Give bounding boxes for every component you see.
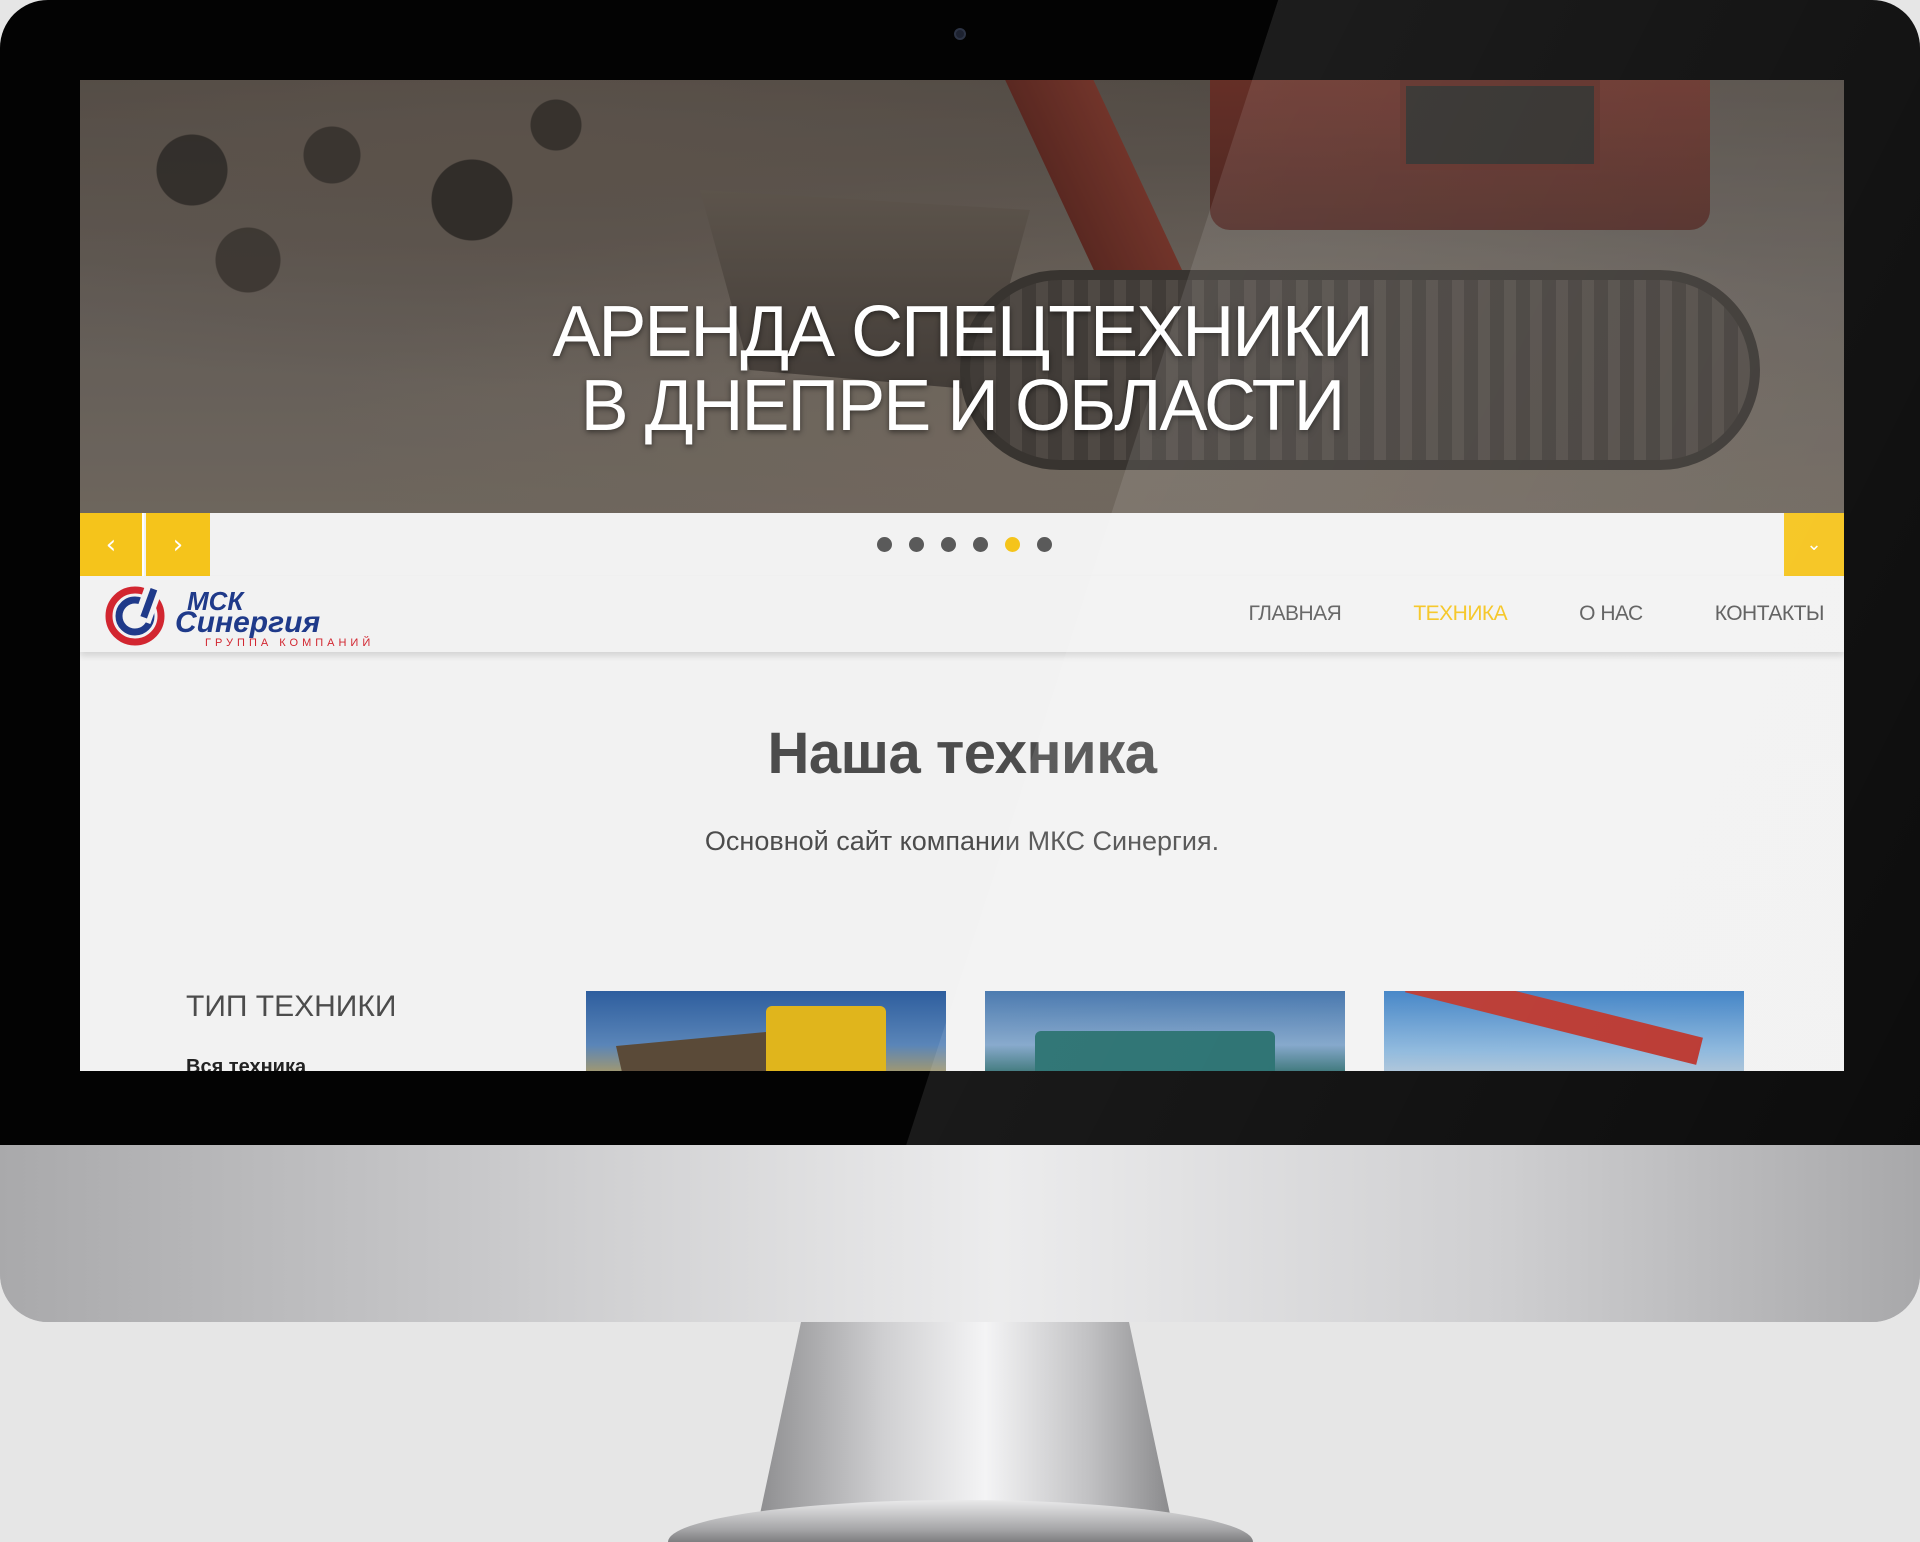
nav-item-home[interactable]: ГЛАВНАЯ xyxy=(1248,602,1341,626)
crane-boom-image xyxy=(1405,991,1703,1065)
monitor-bezel: АРЕНДА СПЕЦТЕХНИКИ В ДНЕПРЕ И ОБЛАСТИ ‹ … xyxy=(0,0,1920,1145)
scroll-down-button[interactable]: ⌄ xyxy=(1784,513,1844,576)
equipment-card-loader[interactable] xyxy=(586,991,946,1071)
main-navbar: МСК Синергия ГРУППА КОМПАНИЙ ГЛАВНАЯ ТЕХ… xyxy=(80,576,1844,652)
monitor-stand xyxy=(760,1322,1170,1514)
nav-item-equipment[interactable]: ТЕХНИКА xyxy=(1413,602,1507,626)
hero-title-line-2: В ДНЕПРЕ И ОБЛАСТИ xyxy=(580,366,1346,446)
chevron-left-icon: ‹ xyxy=(105,529,117,560)
nav-item-contacts[interactable]: КОНТАКТЫ xyxy=(1715,602,1825,626)
slider-dot-1[interactable] xyxy=(877,537,892,552)
page-subtitle: Основной сайт компании МКС Синергия. xyxy=(704,826,1220,856)
equipment-card-crane[interactable] xyxy=(1384,991,1744,1071)
slider-next-button[interactable]: › xyxy=(146,513,210,576)
page-title: Наша техника xyxy=(767,721,1157,786)
camera-icon xyxy=(954,28,966,40)
slider-dot-4[interactable] xyxy=(973,537,988,552)
chevron-right-icon: › xyxy=(172,529,184,560)
slider-controls: ‹ › ⌄ xyxy=(80,513,1844,576)
slider-dot-2[interactable] xyxy=(909,537,924,552)
monitor-chin xyxy=(0,1145,1920,1322)
loader-cab-image xyxy=(766,1006,886,1071)
slider-dot-3[interactable] xyxy=(941,537,956,552)
equipment-card-truck[interactable] xyxy=(985,991,1345,1071)
equipment-type-heading: ТИП ТЕХНИКИ xyxy=(186,990,397,1023)
hero-title: АРЕНДА СПЕЦТЕХНИКИ В ДНЕПРЕ И ОБЛАСТИ xyxy=(80,295,1844,443)
hero-title-line-1: АРЕНДА СПЕЦТЕХНИКИ xyxy=(552,292,1373,372)
website-screen: АРЕНДА СПЕЦТЕХНИКИ В ДНЕПРЕ И ОБЛАСТИ ‹ … xyxy=(80,80,1844,1071)
slider-pagination xyxy=(877,537,1052,552)
chevron-down-icon: ⌄ xyxy=(1806,534,1822,555)
loader-bucket-image xyxy=(616,1031,776,1071)
truck-image xyxy=(1035,1031,1275,1071)
nav-menu: ГЛАВНАЯ ТЕХНИКА О НАС КОНТАКТЫ xyxy=(1248,576,1824,652)
logo-tagline: ГРУППА КОМПАНИЙ xyxy=(205,636,374,648)
logo-text-line2: Синергия xyxy=(175,606,320,639)
company-logo[interactable]: МСК Синергия ГРУППА КОМПАНИЙ xyxy=(105,584,425,648)
slider-prev-button[interactable]: ‹ xyxy=(80,513,144,576)
filter-all-equipment[interactable]: Вся техника xyxy=(186,1056,306,1071)
slider-dot-6[interactable] xyxy=(1037,537,1052,552)
slider-dot-5[interactable] xyxy=(1005,537,1020,552)
hero-slide: АРЕНДА СПЕЦТЕХНИКИ В ДНЕПРЕ И ОБЛАСТИ xyxy=(80,80,1844,513)
nav-item-about[interactable]: О НАС xyxy=(1579,602,1643,626)
